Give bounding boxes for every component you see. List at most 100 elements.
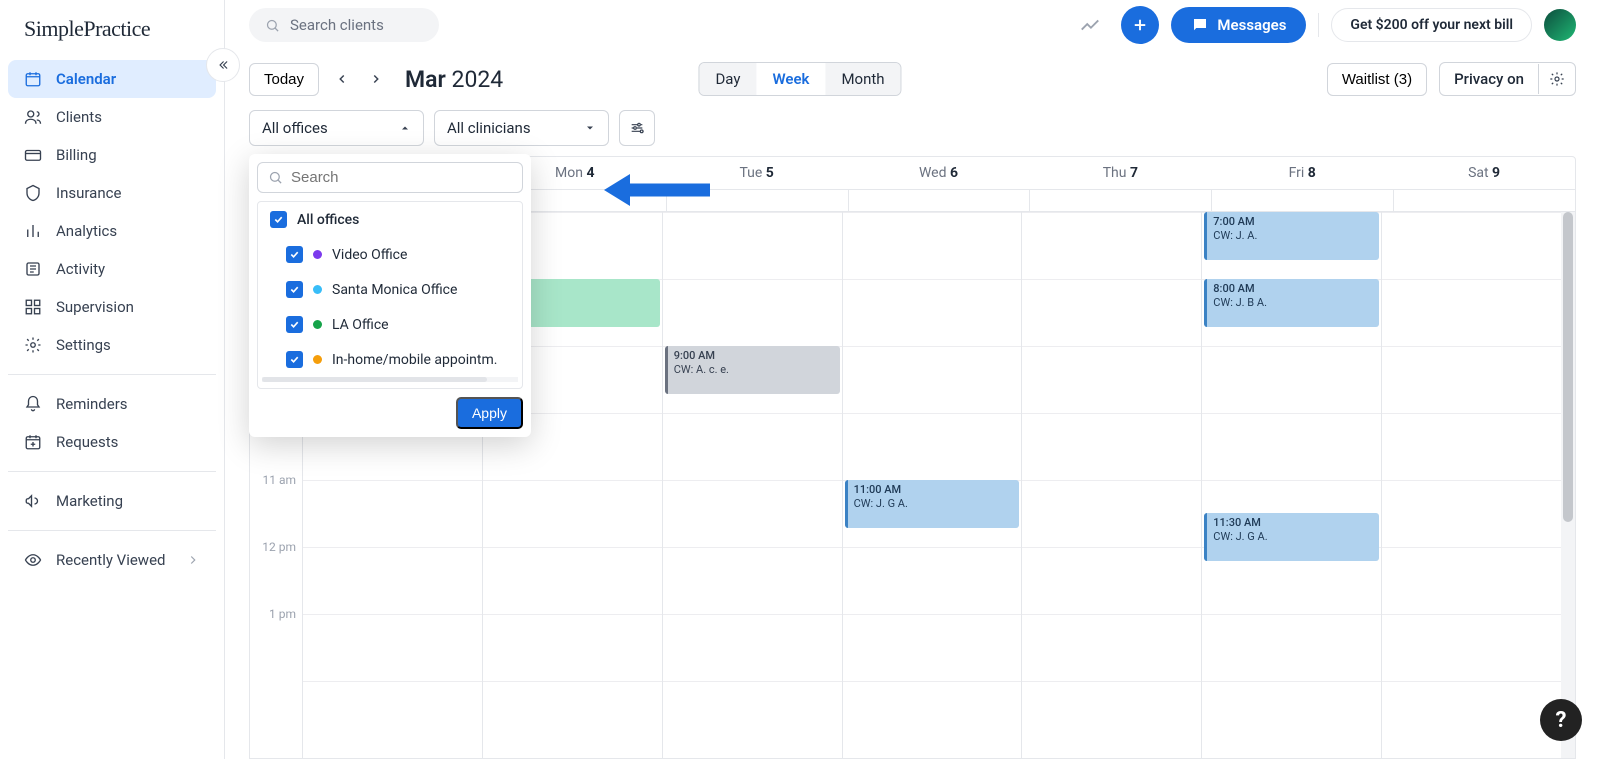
privacy-toggle: Privacy on xyxy=(1439,62,1576,96)
sidebar-item-analytics[interactable]: Analytics xyxy=(8,212,216,250)
view-day[interactable]: Day xyxy=(699,63,756,95)
dropdown-office-item[interactable]: Video Office xyxy=(258,237,522,272)
sidebar-item-reminders[interactable]: Reminders xyxy=(8,385,216,423)
dropdown-h-scroll[interactable] xyxy=(262,377,518,382)
day-header: Fri 8 xyxy=(1211,157,1393,189)
settings-icon xyxy=(24,336,42,354)
sidebar-item-marketing[interactable]: Marketing xyxy=(8,482,216,520)
activity-chart-button[interactable] xyxy=(1071,6,1109,44)
sidebar-item-clients[interactable]: Clients xyxy=(8,98,216,136)
calendar-icon xyxy=(24,70,42,88)
v-scrollbar[interactable] xyxy=(1561,212,1575,758)
prev-button[interactable] xyxy=(331,64,353,94)
calendar-toolbar: Today Mar 2024 Day Week Month Waitlist (… xyxy=(225,50,1600,96)
day-column[interactable] xyxy=(1021,212,1201,758)
arrow-callout xyxy=(600,170,710,210)
collapse-sidebar-button[interactable] xyxy=(206,48,240,82)
day-header: Sat 9 xyxy=(1393,157,1575,189)
checkbox-icon xyxy=(286,246,303,263)
day-column[interactable]: 7:00 AMCW: J. A. 8:00 AMCW: J. B A. 11:30 … xyxy=(1201,212,1381,758)
search-input[interactable]: Search clients xyxy=(249,8,439,42)
calendar-event[interactable]: 8:00 AMCW: J. B A. xyxy=(1204,279,1379,327)
time-label: 11 am xyxy=(250,473,302,540)
search-placeholder: Search clients xyxy=(290,16,384,34)
calendar-event[interactable]: 7:00 AMCW: J. A. xyxy=(1204,212,1379,260)
insurance-icon xyxy=(24,184,42,202)
time-label: 1 pm xyxy=(250,607,302,674)
help-button[interactable]: ? xyxy=(1540,699,1582,741)
sidebar-label: Clients xyxy=(56,108,102,126)
chevron-right-icon xyxy=(186,553,200,567)
sidebar-label: Supervision xyxy=(56,298,134,316)
privacy-button[interactable]: Privacy on xyxy=(1440,63,1538,95)
waitlist-button[interactable]: Waitlist (3) xyxy=(1327,63,1427,96)
sidebar-label: Recently Viewed xyxy=(56,551,166,569)
day-column[interactable] xyxy=(1381,212,1561,758)
dropdown-search[interactable] xyxy=(257,162,523,193)
dropdown-search-input[interactable] xyxy=(291,169,512,186)
search-icon xyxy=(265,18,280,33)
checkbox-icon xyxy=(286,351,303,368)
sidebar-item-activity[interactable]: Activity xyxy=(8,250,216,288)
color-dot xyxy=(313,355,322,364)
sidebar-item-requests[interactable]: Requests xyxy=(8,423,216,461)
sidebar-label: Marketing xyxy=(56,492,123,510)
sidebar-label: Billing xyxy=(56,146,97,164)
sidebar-item-calendar[interactable]: Calendar xyxy=(8,60,216,98)
day-header: Wed 6 xyxy=(848,157,1030,189)
clients-icon xyxy=(24,108,42,126)
time-label: 12 pm xyxy=(250,540,302,607)
dropdown-all-offices[interactable]: All offices xyxy=(258,202,522,237)
search-icon xyxy=(268,170,283,185)
sidebar-item-insurance[interactable]: Insurance xyxy=(8,174,216,212)
messages-button[interactable]: Messages xyxy=(1171,7,1306,43)
apply-button[interactable]: Apply xyxy=(456,397,523,429)
eye-icon xyxy=(24,551,42,569)
checkbox-icon xyxy=(286,281,303,298)
dropdown-office-item[interactable]: In-home/mobile appointm. xyxy=(258,342,522,377)
promo-button[interactable]: Get $200 off your next bill xyxy=(1331,8,1532,42)
filter-settings-button[interactable] xyxy=(619,110,655,146)
calendar-event[interactable]: 11:00 AMCW: J. G A. xyxy=(845,480,1020,528)
sidebar-item-recently-viewed[interactable]: Recently Viewed xyxy=(8,541,216,579)
clinicians-select[interactable]: All clinicians xyxy=(434,110,609,146)
next-button[interactable] xyxy=(365,64,387,94)
avatar[interactable] xyxy=(1544,9,1576,41)
chat-icon xyxy=(1191,16,1209,34)
supervision-icon xyxy=(24,298,42,316)
megaphone-icon xyxy=(24,492,42,510)
color-dot xyxy=(313,250,322,259)
view-month[interactable]: Month xyxy=(825,63,900,95)
sliders-icon xyxy=(629,120,645,136)
add-button[interactable] xyxy=(1121,6,1159,44)
offices-select[interactable]: All offices xyxy=(249,110,424,146)
calendar-event[interactable]: 11:30 AMCW: J. G A. xyxy=(1204,513,1379,561)
trend-icon xyxy=(1079,14,1101,36)
dropdown-office-item[interactable]: Santa Monica Office xyxy=(258,272,522,307)
day-column[interactable]: 9:00 AMCW: A. c. e. xyxy=(662,212,842,758)
day-header: Thu 7 xyxy=(1029,157,1211,189)
sidebar-label: Requests xyxy=(56,433,118,451)
sidebar-label: Reminders xyxy=(56,395,128,413)
sidebar-label: Settings xyxy=(56,336,111,354)
offices-dropdown: All offices Video OfficeSanta Monica Off… xyxy=(249,154,531,437)
checkbox-icon xyxy=(270,211,287,228)
calendar-event[interactable]: 9:00 AMCW: A. c. e. xyxy=(665,346,840,394)
plus-icon xyxy=(1131,16,1149,34)
color-dot xyxy=(313,320,322,329)
sidebar-item-settings[interactable]: Settings xyxy=(8,326,216,364)
sidebar-label: Insurance xyxy=(56,184,121,202)
sidebar: SimplePractice CalendarClientsBillingIns… xyxy=(0,0,225,759)
dropdown-office-item[interactable]: LA Office xyxy=(258,307,522,342)
today-button[interactable]: Today xyxy=(249,63,319,96)
month-title: Mar 2024 xyxy=(405,66,503,93)
sidebar-item-billing[interactable]: Billing xyxy=(8,136,216,174)
sidebar-item-supervision[interactable]: Supervision xyxy=(8,288,216,326)
bell-icon xyxy=(24,395,42,413)
main-area: Search clients Messages Get $200 off you… xyxy=(225,0,1600,759)
analytics-icon xyxy=(24,222,42,240)
privacy-settings-button[interactable] xyxy=(1538,64,1575,94)
day-column[interactable]: 11:00 AMCW: J. G A. xyxy=(842,212,1022,758)
view-switcher: Day Week Month xyxy=(698,62,901,96)
view-week[interactable]: Week xyxy=(756,63,825,95)
